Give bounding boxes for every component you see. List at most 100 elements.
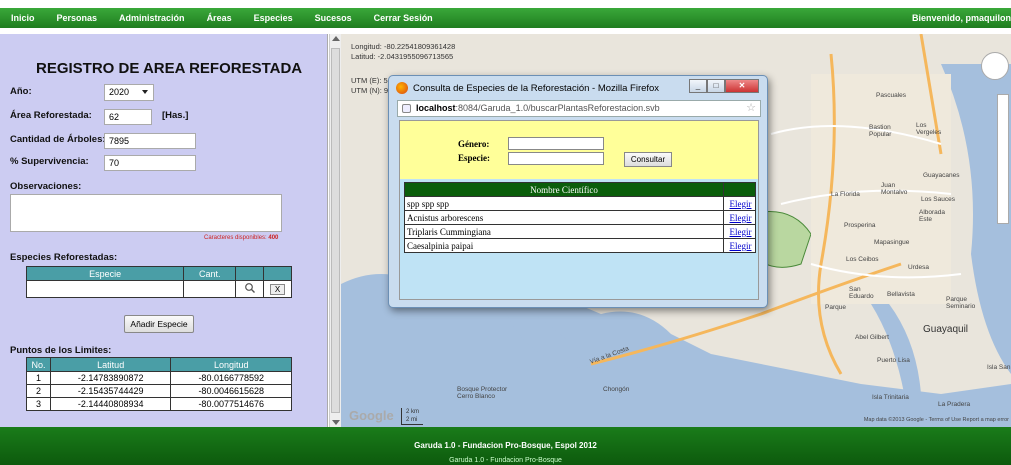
map-label-san-eduardo: San Eduardo — [849, 286, 874, 300]
no-header: No. — [26, 357, 51, 372]
latitude-readout: Latitud: -2.0431955096713565 — [351, 52, 454, 61]
popup-content: Género: Especie: Consultar Nombre Cientí… — [399, 120, 759, 300]
quantity-input-cell[interactable] — [183, 280, 237, 298]
page-icon — [402, 104, 411, 113]
scientific-name-header: Nombre Científico — [404, 182, 724, 197]
survival-input[interactable]: 70 — [104, 155, 196, 171]
map-label-bastion: Bastion Popular — [869, 124, 892, 138]
map-label-la-pradera: La Pradera — [938, 401, 971, 408]
maximize-button[interactable]: □ — [707, 79, 725, 93]
especie-label: Especie: — [458, 153, 490, 163]
table-row: 1 -2.14783890872 -80.0166778592 — [26, 371, 292, 385]
trees-label: Cantidad de Árboles: — [10, 134, 106, 145]
scientific-name: Caesalpinia paipai — [404, 238, 724, 253]
quantity-header: Cant. — [183, 266, 237, 281]
map-label-urdesa: Urdesa — [908, 264, 929, 271]
close-button[interactable]: ✕ — [725, 79, 759, 93]
nav-cerrar-sesion[interactable]: Cerrar Sesión — [363, 8, 444, 28]
url-host: localhost — [416, 103, 456, 113]
scroll-down-icon[interactable] — [332, 420, 340, 425]
point-latitude: -2.15435744429 — [49, 384, 172, 398]
year-label: Año: — [10, 86, 32, 97]
remove-button[interactable]: X — [263, 280, 292, 298]
table-row: Caesalpinia paipai Elegir — [404, 238, 756, 253]
utm-e-readout: UTM (E): 5 — [351, 76, 388, 85]
scroll-up-icon[interactable] — [332, 36, 340, 41]
point-latitude: -2.14783890872 — [49, 371, 172, 385]
map-label-prosperina: Prosperina — [844, 222, 876, 229]
area-unit: [Has.] — [162, 110, 189, 121]
google-logo: Google — [349, 408, 394, 423]
footer-subtext: Garuda 1.0 - Fundacion Pro-Bosque — [449, 457, 562, 464]
point-no: 3 — [26, 397, 51, 411]
chars-available-label: Caracteres disponibles: — [204, 235, 267, 241]
area-input[interactable]: 62 — [104, 109, 152, 125]
minimize-button[interactable]: _ — [689, 79, 707, 93]
reforestation-form-panel: REGISTRO DE AREA REFORESTADA Año: 2020 Á… — [0, 34, 328, 427]
observations-textarea[interactable] — [10, 194, 282, 232]
footer: Garuda 1.0 - Fundacion Pro-Bosque, Espol… — [0, 427, 1011, 465]
url-path: :8084/Garuda_1.0/buscarPlantasReforestac… — [455, 103, 660, 113]
bookmark-star-icon[interactable]: ☆ — [746, 101, 756, 116]
choose-link[interactable]: Elegir — [723, 196, 756, 211]
nav-areas[interactable]: Áreas — [196, 8, 243, 28]
chevron-down-icon — [142, 90, 148, 94]
consult-button[interactable]: Consultar — [624, 152, 672, 167]
map-label-bosque-protector: Bosque Protector Cerro Blanco — [457, 386, 508, 400]
nav-sucesos[interactable]: Sucesos — [304, 8, 363, 28]
especie-input[interactable] — [508, 152, 604, 165]
map-label-la-florida: La Florida — [831, 191, 860, 198]
map-label-guayaquil: Guayaquil — [923, 324, 969, 335]
choose-link[interactable]: Elegir — [723, 210, 756, 225]
area-label: Área Reforestada: — [10, 110, 92, 121]
empty-header — [263, 266, 292, 281]
observations-label: Observaciones: — [10, 181, 82, 192]
search-button[interactable] — [235, 280, 265, 298]
add-species-button[interactable]: Añadir Especie — [124, 315, 194, 333]
table-row: Triplaris Cummingiana Elegir — [404, 224, 756, 239]
choose-link[interactable]: Elegir — [723, 224, 756, 239]
species-input-cell[interactable] — [25, 280, 185, 298]
trees-input[interactable]: 7895 — [104, 133, 196, 149]
map-copyright[interactable]: Map data ©2013 Google - Terms of Use Rep… — [864, 417, 1009, 423]
map-pan-control[interactable] — [981, 52, 1009, 80]
point-longitude: -80.0077514676 — [170, 397, 292, 411]
utm-n-readout: UTM (N): 9 — [351, 86, 389, 95]
form-title: REGISTRO DE AREA REFORESTADA — [36, 60, 303, 77]
map-scale: 2 km 2 mi — [401, 408, 424, 425]
address-bar[interactable]: localhost:8084/Garuda_1.0/buscarPlantasR… — [397, 100, 761, 117]
table-row: spp spp spp Elegir — [404, 196, 756, 211]
map-label-parque-seminario: Parque Seminario — [946, 296, 976, 310]
panel-scrollbar[interactable] — [329, 34, 341, 427]
point-longitude: -80.0046615628 — [170, 384, 292, 398]
point-latitude: -2.14440808934 — [49, 397, 172, 411]
table-row: Acnistus arborescens Elegir — [404, 210, 756, 225]
point-no: 2 — [26, 384, 51, 398]
longitude-header: Longitud — [170, 357, 292, 372]
choose-link[interactable]: Elegir — [723, 238, 756, 253]
species-table: Especie Cant. X — [25, 266, 292, 298]
nav-inicio[interactable]: Inicio — [0, 8, 46, 28]
map-label-mapasingue: Mapasingue — [874, 239, 910, 246]
points-table: No. Latitud Longitud 1 -2.14783890872 -8… — [26, 357, 292, 411]
empty-header — [235, 266, 265, 281]
species-search-form: Género: Especie: Consultar — [400, 121, 758, 179]
map-label-los-vergeles: Los Vergeles — [916, 122, 942, 136]
map-label-los-ceibos: Los Ceibos — [846, 256, 879, 263]
year-value: 2020 — [109, 87, 130, 97]
nav-especies[interactable]: Especies — [243, 8, 304, 28]
welcome-text: Bienvenido, pmaquilon — [911, 13, 1011, 23]
scroll-thumb[interactable] — [331, 48, 340, 413]
map-zoom-slider[interactable] — [997, 94, 1009, 224]
scale-mi: 2 mi — [406, 417, 418, 423]
species-results-table: Nombre Científico spp spp spp Elegir Acn… — [404, 182, 756, 253]
firefox-icon — [396, 82, 408, 94]
nav-administracion[interactable]: Administración — [108, 8, 196, 28]
map-label-guayacanes: Guayacanes — [923, 172, 960, 179]
genero-input[interactable] — [508, 137, 604, 150]
map-label-isla-santay: Isla San — [987, 364, 1011, 371]
year-select[interactable]: 2020 — [104, 84, 154, 101]
map-label-parque: Parque — [825, 304, 846, 311]
nav-personas[interactable]: Personas — [46, 8, 109, 28]
map-label-juan-montalvo: Juan Montalvo — [881, 182, 908, 196]
